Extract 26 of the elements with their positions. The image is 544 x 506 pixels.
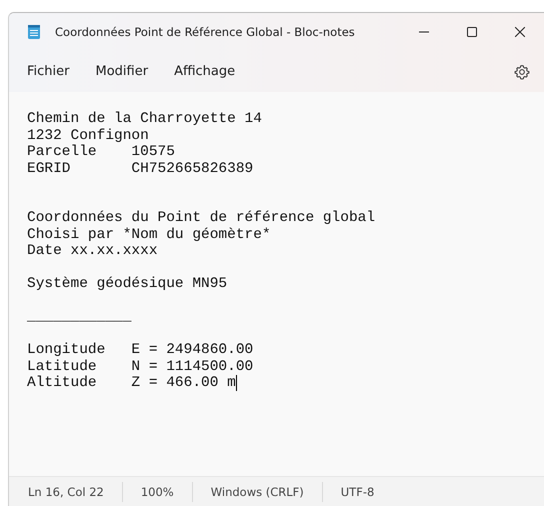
close-icon[interactable] — [515, 27, 525, 37]
status-text: 100% — [140, 485, 174, 499]
settings-icon[interactable] — [514, 64, 530, 80]
status-text: UTF-8 — [340, 485, 374, 499]
text-line: Choisi par *Nom du géomètre* — [27, 226, 272, 243]
maximize-icon[interactable] — [467, 27, 477, 37]
minimize-icon[interactable] — [419, 31, 429, 33]
text-editor[interactable] — [9, 92, 544, 476]
text-line: Altitude Z = 466.00 m — [27, 375, 238, 392]
text-line: Longitude E = 2494860.00 — [27, 342, 254, 358]
menu-item[interactable]: Affichage — [168, 60, 242, 83]
text-line: Date xx.xx.xxxx — [27, 243, 159, 260]
menu-item[interactable]: Fichier — [21, 60, 76, 83]
text-line: Parcelle 10575 — [27, 144, 176, 160]
text-line: ____________ — [27, 309, 132, 326]
text-line: Latitude N = 1114500.00 — [27, 358, 254, 375]
menu-item[interactable]: Modifier — [90, 60, 154, 83]
status-text: Ln 16, Col 22 — [28, 485, 104, 499]
text-line: Chemin de la Charroyette 14 — [27, 111, 263, 128]
text-line: Coordonnées du Point de référence global — [27, 210, 376, 226]
status-text: Windows (CRLF) — [210, 485, 304, 499]
text-line: 1232 Confignon — [27, 128, 150, 144]
text-line: EGRID CH752665826389 — [27, 160, 254, 177]
text-line: Système géodésique MN95 — [27, 276, 228, 292]
notepad-icon — [27, 24, 41, 40]
window-title: Coordonnées Point de Référence Global - Bloc-notes — [55, 25, 355, 39]
